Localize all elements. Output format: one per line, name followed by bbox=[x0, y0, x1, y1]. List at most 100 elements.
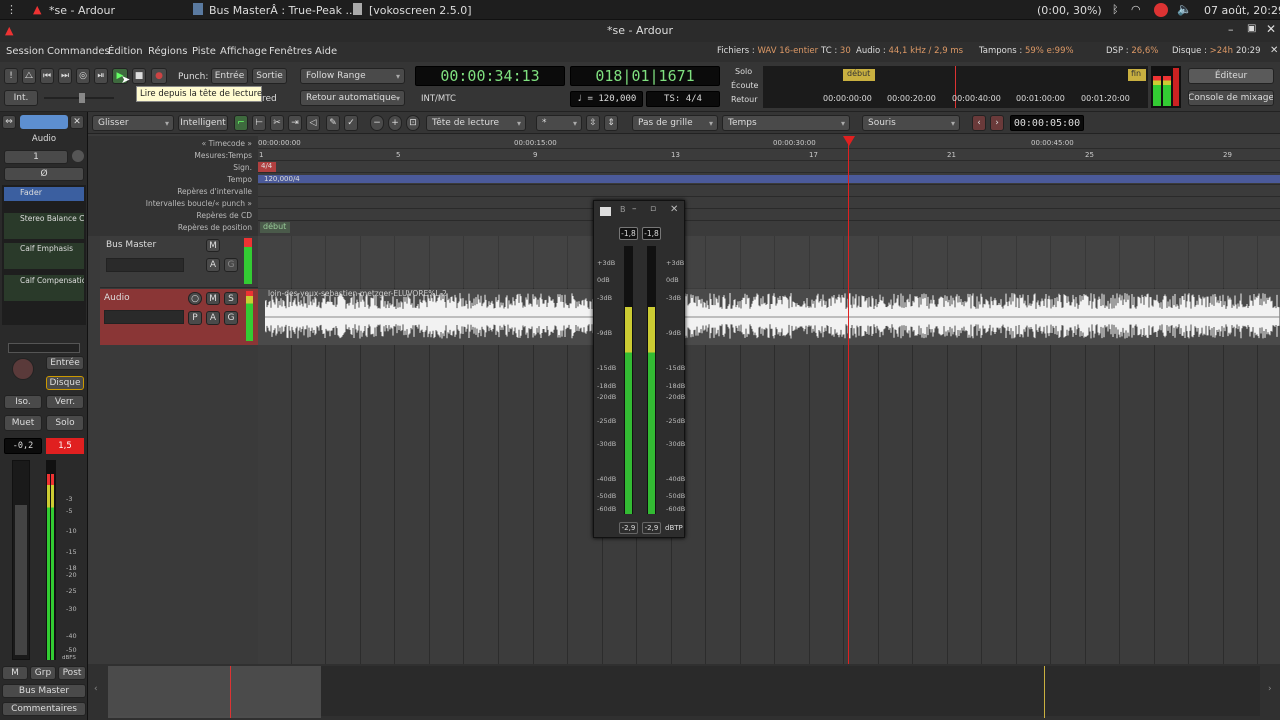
task-vokoscreen[interactable]: [vokoscreen 2.5.0] bbox=[369, 4, 472, 17]
processor-fader[interactable]: Fader bbox=[4, 187, 84, 201]
visible-tracks-select[interactable]: * bbox=[536, 115, 582, 131]
close-icon[interactable]: ✕ bbox=[1266, 22, 1276, 36]
bus-master-name[interactable]: Bus Master bbox=[106, 240, 156, 250]
metronome-icon[interactable]: ⧍ bbox=[22, 68, 36, 84]
menu-edition[interactable]: Édition bbox=[108, 46, 143, 57]
processor-plugin[interactable]: Stereo Balance Co bbox=[4, 213, 84, 239]
audio-solo-button[interactable]: S bbox=[224, 292, 238, 305]
ruler-label-loop[interactable]: Intervalles boucle/« punch » bbox=[146, 199, 252, 208]
edit-mode-select[interactable]: Glisser bbox=[92, 115, 174, 131]
bus-gain-slider[interactable] bbox=[106, 258, 184, 272]
group-button[interactable]: Grp bbox=[30, 666, 56, 680]
menu-commandes[interactable]: Commandes bbox=[47, 46, 110, 57]
audio-playlist-button[interactable]: P bbox=[188, 311, 202, 325]
output-button[interactable]: Bus Master bbox=[2, 684, 86, 698]
strip-close-icon[interactable]: ✕ bbox=[70, 115, 84, 129]
menu-affichage[interactable]: Affichage bbox=[220, 46, 267, 57]
punch-in-button[interactable]: Entrée bbox=[211, 68, 248, 84]
audio-track-name[interactable]: Audio bbox=[104, 293, 130, 303]
audio-track-header[interactable]: Audio ○ M S P A G bbox=[100, 289, 258, 345]
loop-icon[interactable]: ◎ bbox=[76, 68, 90, 84]
bus-master-lane[interactable] bbox=[258, 236, 1280, 288]
zoom-session-icon[interactable]: ⊡ bbox=[406, 115, 420, 131]
tempo-display[interactable]: ♩ = 120,000 bbox=[570, 91, 643, 107]
menu-aide[interactable]: Aide bbox=[315, 46, 337, 57]
draw-tool-icon[interactable]: ✎ bbox=[326, 115, 340, 131]
meter-marker[interactable]: 4/4 bbox=[258, 162, 276, 172]
ruler-label-cd[interactable]: Repères de CD bbox=[197, 211, 252, 220]
grab-tool-icon[interactable]: ⌐ bbox=[234, 115, 248, 131]
menu-session[interactable]: Session bbox=[6, 46, 44, 57]
playhead-marker[interactable] bbox=[843, 136, 855, 146]
close-icon[interactable]: ✕ bbox=[670, 204, 678, 215]
mini-end-marker[interactable]: fin bbox=[1128, 69, 1146, 81]
peak-readout-right[interactable]: -1,8 bbox=[642, 227, 661, 240]
menu-fenetres[interactable]: Fenêtres bbox=[269, 46, 312, 57]
processor-plugin[interactable]: Calf Emphasis bbox=[4, 243, 84, 269]
goto-start-icon[interactable]: ⏮ bbox=[40, 68, 54, 84]
ruler-label-ranges[interactable]: Repères d'intervalle bbox=[177, 187, 252, 196]
auto-return-button[interactable]: Retour automatique bbox=[300, 90, 405, 106]
battery-indicator[interactable]: (0:00, 30%) bbox=[1037, 4, 1102, 17]
phase-invert-button[interactable]: Ø bbox=[4, 167, 84, 181]
secondary-clock[interactable]: 018|01|1671 bbox=[570, 66, 720, 86]
feedback-indicator[interactable]: Retour bbox=[731, 95, 758, 104]
scroll-right-icon[interactable]: › bbox=[1268, 684, 1272, 694]
summary-pane[interactable]: ‹ › bbox=[88, 664, 1280, 720]
lock-button[interactable]: Verr. bbox=[46, 395, 84, 409]
zoom-out-icon[interactable]: − bbox=[370, 115, 384, 131]
peak-display[interactable]: 1,5 bbox=[46, 438, 84, 454]
comments-button[interactable]: Commentaires bbox=[2, 702, 86, 716]
solo-button[interactable]: Solo bbox=[46, 415, 84, 431]
mute-button[interactable]: Muet bbox=[4, 415, 42, 431]
record-indicator-icon[interactable] bbox=[1154, 3, 1168, 17]
input-button[interactable]: 1 bbox=[4, 150, 68, 164]
menu-regions[interactable]: Régions bbox=[148, 46, 187, 57]
record-icon[interactable]: ● bbox=[151, 68, 167, 84]
listen-indicator[interactable]: Écoute bbox=[731, 81, 758, 90]
midi-panic-icon[interactable]: ! bbox=[4, 68, 18, 84]
playhead-line[interactable] bbox=[848, 136, 849, 236]
monitor-knob[interactable] bbox=[12, 358, 34, 380]
rulers[interactable]: 00:00:00:00 00:00:15:00 00:00:30:00 00:0… bbox=[258, 136, 1280, 236]
ruler-label-markers[interactable]: Repères de position bbox=[178, 223, 252, 232]
processor-box[interactable]: Fader Stereo Balance Co Calf Emphasis Ca… bbox=[2, 185, 86, 325]
stop-icon[interactable]: ■ bbox=[132, 68, 146, 84]
mini-timeline[interactable]: début fin 00:00:00:00 00:00:20:00 00:00:… bbox=[763, 66, 1148, 108]
mini-start-marker[interactable]: début bbox=[843, 69, 875, 81]
strip-name[interactable]: Audio bbox=[0, 134, 88, 144]
time-signature-display[interactable]: TS: 4/4 bbox=[646, 91, 720, 107]
monitor-disk-button[interactable]: Disque bbox=[46, 376, 84, 390]
follow-range-button[interactable]: Follow Range bbox=[300, 68, 405, 84]
play-range-icon[interactable]: ⏯ bbox=[94, 68, 108, 84]
bluetooth-icon[interactable]: ᛒ bbox=[1112, 3, 1119, 16]
start-marker[interactable]: début bbox=[260, 222, 290, 233]
bus-mute-button[interactable]: M bbox=[206, 239, 220, 252]
processor-plugin[interactable]: Calf Compensatio bbox=[4, 275, 84, 301]
audition-tool-icon[interactable]: ◁ bbox=[306, 115, 320, 131]
ruler-label-bars[interactable]: Mesures:Temps bbox=[194, 151, 252, 160]
bus-group-button[interactable]: G bbox=[224, 258, 238, 272]
gain-display[interactable]: -0,2 bbox=[4, 438, 42, 454]
smart-mode-button[interactable]: Intelligent bbox=[178, 115, 228, 131]
peak-readout-left[interactable]: -1,8 bbox=[619, 227, 638, 240]
editor-button[interactable]: Éditeur bbox=[1188, 68, 1274, 84]
monitor-input-button[interactable]: Entrée bbox=[46, 356, 84, 370]
post-button[interactable]: Post bbox=[58, 666, 86, 680]
shrink-tracks-icon[interactable]: ⇳ bbox=[586, 115, 600, 131]
ruler-label-timecode[interactable]: « Timecode » bbox=[202, 139, 252, 148]
expand-tracks-icon[interactable]: ⇕ bbox=[604, 115, 618, 131]
window-menu-icon[interactable]: B bbox=[620, 205, 626, 214]
range-tool-icon[interactable]: ⊢ bbox=[252, 115, 266, 131]
grid-type-select[interactable]: Pas de grille bbox=[632, 115, 718, 131]
ruler-label-meter[interactable]: Sign. bbox=[233, 163, 252, 172]
pan-slider[interactable] bbox=[8, 343, 80, 353]
isolate-button[interactable]: Iso. bbox=[4, 395, 42, 409]
wifi-icon[interactable]: ◠ bbox=[1131, 3, 1141, 16]
true-peak-meter-window[interactable]: B – ▫ ✕ -1,8 -1,8 +3dB +3dB 0dB 0dB -3dB -3dB… bbox=[593, 200, 685, 538]
goto-end-icon[interactable]: ⏭ bbox=[58, 68, 72, 84]
volume-icon[interactable]: 🔈 bbox=[1177, 2, 1192, 16]
maximize-icon[interactable]: ▫ bbox=[650, 204, 656, 214]
cut-tool-icon[interactable]: ✂ bbox=[270, 115, 284, 131]
shuttle-handle[interactable] bbox=[79, 93, 85, 103]
